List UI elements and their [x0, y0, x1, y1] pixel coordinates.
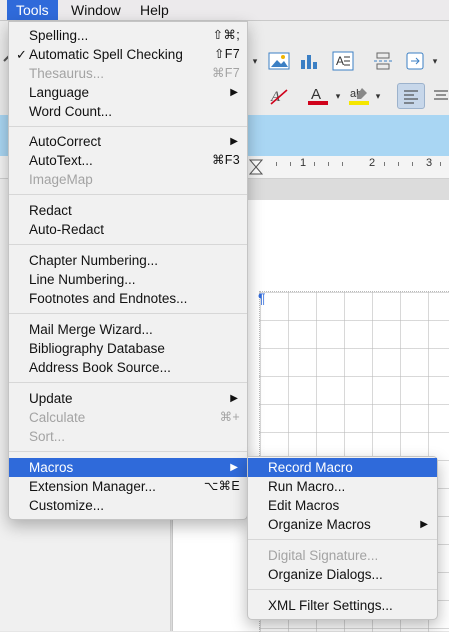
highlight-color-icon[interactable]: ab — [346, 84, 372, 108]
submenu-arrow-icon: ▶ — [230, 136, 238, 147]
menu-item-record-macro[interactable]: Record Macro — [248, 458, 437, 477]
menu-item-autocorrect[interactable]: AutoCorrect ▶ — [9, 132, 247, 151]
menu-item-run-macro[interactable]: Run Macro... — [248, 477, 437, 496]
insert-image-icon[interactable] — [266, 49, 292, 73]
menu-item-mail-merge-wizard[interactable]: Mail Merge Wizard... — [9, 320, 247, 339]
menu-item-word-count[interactable]: Word Count... — [9, 102, 247, 121]
insert-chart-icon[interactable] — [296, 49, 322, 73]
insert-field-icon[interactable] — [402, 49, 428, 73]
clear-formatting-icon[interactable]: A — [266, 84, 292, 108]
font-color-icon[interactable]: A — [305, 84, 331, 108]
shortcut: ⌘F7 — [212, 66, 240, 80]
menu-item-chapter-numbering[interactable]: Chapter Numbering... — [9, 251, 247, 270]
align-center-icon[interactable] — [428, 84, 449, 108]
menu-separator — [248, 539, 437, 540]
insert-text-box-icon[interactable]: A — [330, 49, 356, 73]
menu-item-organize-dialogs[interactable]: Organize Dialogs... — [248, 565, 437, 584]
menu-item-auto-redact[interactable]: Auto-Redact — [9, 220, 247, 239]
dropdown-arrow-icon[interactable]: ▾ — [333, 84, 343, 108]
dropdown-arrow-icon[interactable]: ▾ — [430, 49, 440, 73]
menu-item-thesaurus: Thesaurus... ⌘F7 — [29, 66, 240, 81]
menu-separator — [248, 589, 437, 590]
menu-item-edit-macros[interactable]: Edit Macros — [248, 496, 437, 515]
svg-text:A: A — [311, 86, 321, 103]
shortcut: ⌘F3 — [212, 153, 240, 167]
menu-item-organize-macros[interactable]: Organize Macros ▶ — [248, 515, 437, 534]
menu-item-address-book-source[interactable]: Address Book Source... — [9, 358, 247, 377]
menu-help[interactable]: Help — [131, 0, 178, 20]
menu-item-xml-filter-settings[interactable]: XML Filter Settings... — [248, 596, 437, 615]
menu-item-line-numbering[interactable]: Line Numbering... — [9, 270, 247, 289]
menu-bar: Tools Window Help — [0, 0, 449, 21]
tools-menu: Spelling... ⇧⌘; ✓ Automatic Spell Checkin… — [8, 21, 248, 520]
menu-item-update[interactable]: Update ▶ — [9, 389, 247, 408]
menu-separator — [9, 194, 247, 195]
menu-item-extension-manager[interactable]: Extension Manager... ⌥⌘E — [9, 477, 247, 496]
menu-item-autotext[interactable]: AutoText... ⌘F3 — [9, 151, 247, 170]
submenu-arrow-icon: ▶ — [230, 393, 238, 404]
menu-tools[interactable]: Tools — [7, 0, 58, 20]
menu-item-language[interactable]: Language ▶ — [9, 83, 247, 102]
indent-marker-icon[interactable] — [249, 159, 263, 175]
paragraph-mark-icon: ¶ — [258, 290, 266, 306]
menu-item-calculate: Calculate ⌘+ — [29, 410, 240, 425]
menu-item-digital-signature: Digital Signature... — [268, 548, 379, 563]
menu-item-macros[interactable]: Macros ▶ — [9, 458, 247, 477]
insert-page-break-icon[interactable] — [370, 49, 396, 73]
menu-window[interactable]: Window — [62, 0, 130, 20]
shortcut: ⌥⌘E — [203, 479, 240, 493]
menu-separator — [9, 382, 247, 383]
menu-separator — [9, 313, 247, 314]
menu-item-redact[interactable]: Redact — [9, 201, 247, 220]
menu-separator — [9, 126, 247, 127]
menu-separator — [9, 244, 247, 245]
ruler-number: 3 — [426, 157, 433, 169]
align-left-icon[interactable] — [397, 83, 425, 109]
shortcut: ⌘+ — [219, 410, 240, 424]
menu-item-bibliography-database[interactable]: Bibliography Database — [9, 339, 247, 358]
svg-text:A: A — [336, 54, 344, 68]
shortcut: ⇧F7 — [214, 47, 240, 61]
ruler-number: 2 — [369, 157, 376, 169]
ruler-number: 1 — [300, 157, 307, 169]
menu-item-customize[interactable]: Customize... — [9, 496, 247, 515]
dropdown-arrow-icon[interactable]: ▾ — [373, 84, 383, 108]
macros-submenu: Record Macro Run Macro... Edit Macros Or… — [247, 456, 438, 620]
menu-item-footnotes-endnotes[interactable]: Footnotes and Endnotes... — [9, 289, 247, 308]
submenu-arrow-icon: ▶ — [230, 87, 238, 98]
submenu-arrow-icon: ▶ — [230, 462, 238, 473]
menu-item-imagemap: ImageMap — [29, 172, 93, 187]
shortcut: ⇧⌘; — [212, 28, 240, 42]
submenu-arrow-icon: ▶ — [420, 519, 428, 530]
dropdown-arrow-icon[interactable]: ▾ — [250, 49, 260, 73]
menu-separator — [9, 451, 247, 452]
checkmark-icon: ✓ — [16, 47, 27, 62]
menu-item-automatic-spell-checking[interactable]: ✓ Automatic Spell Checking ⇧F7 — [9, 45, 247, 64]
menu-item-spelling[interactable]: Spelling... ⇧⌘; — [9, 26, 247, 45]
menu-item-sort: Sort... — [29, 429, 66, 444]
